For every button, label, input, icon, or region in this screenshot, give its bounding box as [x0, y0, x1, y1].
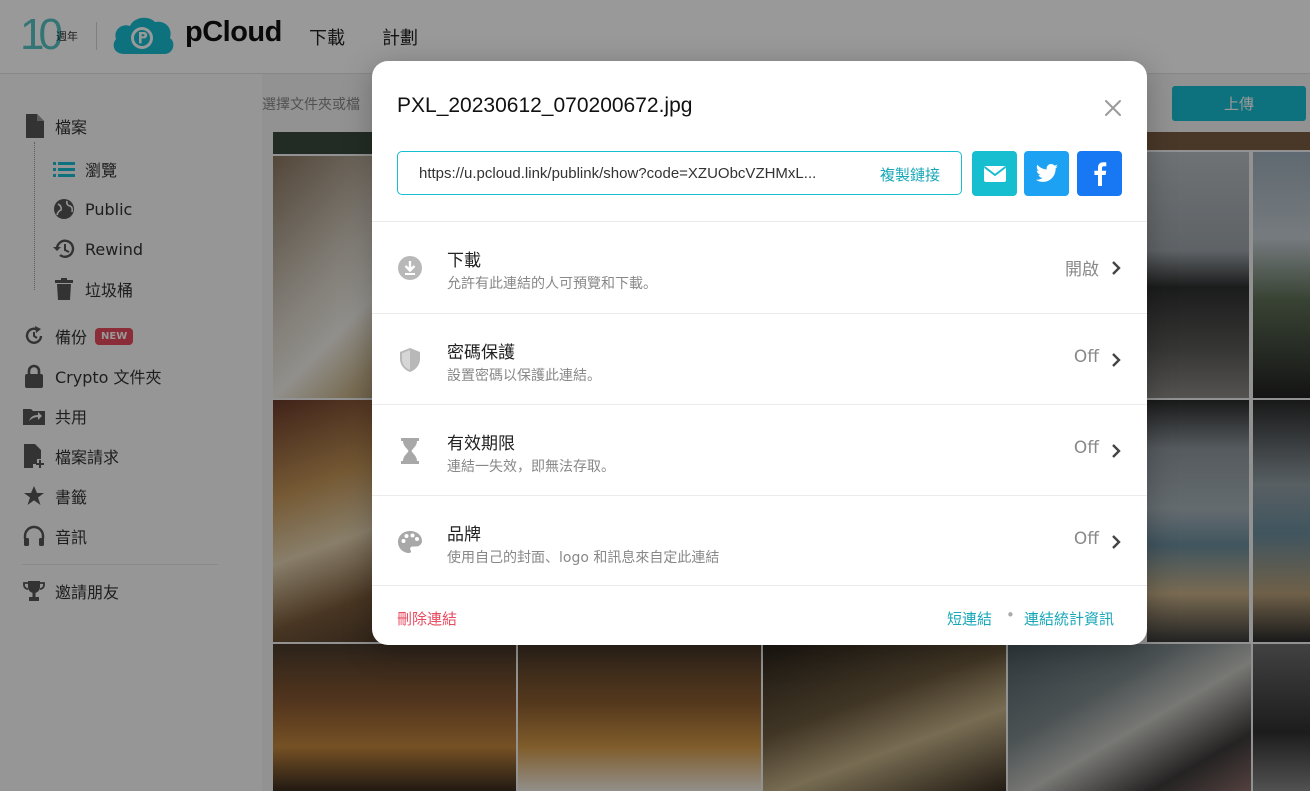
hourglass-icon	[396, 437, 424, 465]
share-link-modal: PXL_20230612_070200672.jpg https://u.pcl…	[372, 61, 1147, 645]
modal-title: PXL_20230612_070200672.jpg	[397, 94, 693, 117]
share-twitter-button[interactable]	[1024, 151, 1069, 196]
chevron-right-icon	[1112, 535, 1121, 549]
email-icon	[983, 165, 1006, 182]
twitter-icon	[1035, 163, 1058, 182]
chevron-right-icon	[1112, 444, 1121, 458]
setting-description: 連結一失效，即無法存取。	[447, 459, 615, 475]
palette-icon	[396, 528, 424, 556]
delete-link-button[interactable]: 刪除連結	[397, 608, 457, 629]
download-icon	[396, 254, 424, 282]
link-url[interactable]: https://u.pcloud.link/publink/show?code=…	[419, 165, 869, 182]
setting-value: 開啟	[1065, 260, 1099, 280]
setting-row-download[interactable]: 下載 允許有此連結的人可預覽和下載。 開啟	[372, 221, 1147, 313]
setting-row-expiration[interactable]: 有效期限 連結一失效，即無法存取。 Off	[372, 404, 1147, 496]
setting-row-branding[interactable]: 品牌 使用自己的封面、logo 和訊息來自定此連結 Off	[372, 495, 1147, 587]
share-email-button[interactable]	[972, 151, 1017, 196]
link-stats-button[interactable]: 連結統計資訊	[1024, 608, 1114, 629]
setting-value: Off	[1073, 438, 1099, 458]
setting-title: 密碼保護	[447, 343, 515, 363]
setting-title: 有效期限	[447, 434, 515, 454]
facebook-icon	[1093, 161, 1106, 186]
setting-value: Off	[1073, 347, 1099, 367]
setting-title: 下載	[447, 251, 481, 271]
chevron-right-icon	[1112, 353, 1121, 367]
copy-link-button[interactable]: 複製鏈接	[880, 164, 940, 185]
shield-icon	[396, 346, 424, 374]
setting-description: 允許有此連結的人可預覽和下載。	[447, 276, 657, 292]
close-icon[interactable]	[1102, 97, 1124, 119]
chevron-right-icon	[1112, 261, 1121, 275]
setting-description: 設置密碼以保護此連結。	[447, 368, 601, 384]
setting-description: 使用自己的封面、logo 和訊息來自定此連結	[447, 550, 720, 566]
setting-title: 品牌	[447, 525, 481, 545]
modal-footer: 刪除連結 短連結 • 連結統計資訊	[372, 585, 1147, 646]
setting-row-password[interactable]: 密碼保護 設置密碼以保護此連結。 Off	[372, 313, 1147, 405]
link-field[interactable]: https://u.pcloud.link/publink/show?code=…	[397, 151, 962, 195]
short-link-button[interactable]: 短連結	[947, 608, 992, 629]
setting-value: Off	[1073, 529, 1099, 549]
footer-separator: •	[1006, 606, 1015, 624]
share-facebook-button[interactable]	[1077, 151, 1122, 196]
